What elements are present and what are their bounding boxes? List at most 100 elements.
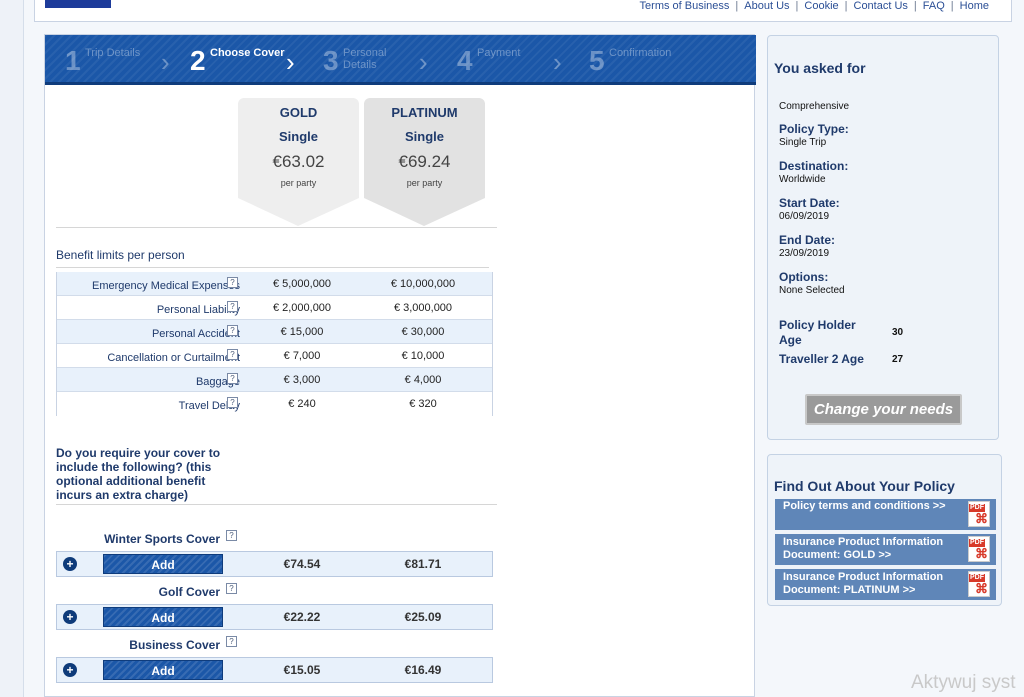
- gold-limit: € 5,000,000: [272, 278, 332, 290]
- help-icon[interactable]: ?: [227, 397, 238, 408]
- platinum-option-price: €16.49: [404, 663, 442, 677]
- platinum-option-price: €81.71: [404, 557, 442, 571]
- summary-field-options: Options: None Selected: [779, 270, 845, 296]
- left-rail: [0, 0, 24, 697]
- nav-contact-link[interactable]: Contact Us: [848, 0, 914, 12]
- step-label: Personal Details: [343, 47, 387, 71]
- benefit-name: Emergency Medical Expenses: [92, 280, 240, 292]
- help-icon[interactable]: ?: [227, 373, 238, 384]
- nav-about-link[interactable]: About Us: [738, 0, 795, 12]
- help-icon[interactable]: ?: [227, 301, 238, 312]
- summary-field-start-date: Start Date: 06/09/2019: [779, 196, 840, 222]
- summary-field-destination: Destination: Worldwide: [779, 159, 848, 185]
- platinum-limit: € 10,000: [401, 350, 445, 362]
- benefits-title: Benefit limits per person: [56, 248, 185, 262]
- optional-cover-question: Do you require your cover to include the…: [56, 446, 221, 502]
- option-row-golf: + Add €22.22 €25.09: [56, 604, 493, 630]
- nav-faq-link[interactable]: FAQ: [917, 0, 951, 12]
- chevron-right-icon: ›: [161, 47, 170, 77]
- add-winter-sports-button[interactable]: Add: [103, 554, 223, 574]
- platinum-limit: € 320: [409, 398, 437, 410]
- expand-plus-icon[interactable]: +: [63, 610, 77, 624]
- option-row-winter-sports: + Add €74.54 €81.71: [56, 551, 493, 577]
- plan-name: GOLD: [279, 105, 318, 120]
- help-icon[interactable]: ?: [227, 277, 238, 288]
- step-label: Choose Cover: [210, 47, 285, 59]
- plan-price-unit: per party: [280, 178, 317, 188]
- step-label: Payment: [477, 47, 521, 59]
- help-icon[interactable]: ?: [226, 636, 237, 647]
- nav-cookie-link[interactable]: Cookie: [798, 0, 844, 12]
- summary-field-policy-type: Policy Type: Single Trip: [779, 122, 849, 148]
- option-name: Business Cover: [129, 638, 220, 652]
- field-value: Single Trip: [779, 137, 827, 148]
- doc-link-ipid-platinum[interactable]: Insurance Product Information Document: …: [775, 569, 996, 600]
- gold-limit: € 2,000,000: [272, 302, 332, 314]
- step-label: Confirmation: [609, 47, 672, 59]
- option-row-business: + Add €15.05 €16.49: [56, 657, 493, 683]
- field-label: End Date:: [779, 233, 836, 247]
- site-logo: [45, 0, 111, 8]
- table-row: Cancellation or Curtailment ? € 7,000 € …: [57, 344, 492, 368]
- table-row: Personal Accident ? € 15,000 € 30,000: [57, 320, 492, 344]
- plan-platinum-card[interactable]: PLATINUM Single €69.24 per party: [364, 98, 485, 226]
- table-row: Personal Liability ? € 2,000,000 € 3,000…: [57, 296, 492, 320]
- gold-option-price: €22.22: [283, 610, 321, 624]
- main-panel: 1 Trip Details › 2 Choose Cover › 3 Pers…: [44, 34, 756, 697]
- gold-option-price: €74.54: [283, 557, 321, 571]
- platinum-option-price: €25.09: [404, 610, 442, 624]
- add-golf-button[interactable]: Add: [103, 607, 223, 627]
- step-number: 3: [323, 45, 339, 76]
- step-number: 4: [457, 45, 473, 76]
- divider: [56, 504, 497, 505]
- documents-heading: Find Out About Your Policy: [774, 478, 955, 494]
- field-label: Destination:: [779, 159, 849, 173]
- platinum-limit: € 4,000: [404, 374, 442, 386]
- gold-limit: € 15,000: [280, 326, 324, 338]
- summary-field-end-date: End Date: 23/09/2019: [779, 233, 835, 259]
- platinum-limit: € 3,000,000: [393, 302, 453, 314]
- top-nav: Terms of Business | About Us | Cookie | Contac…: [634, 0, 995, 12]
- field-label: Options:: [779, 270, 829, 284]
- benefit-name: Cancellation or Curtailment: [107, 352, 240, 364]
- nav-terms-link[interactable]: Terms of Business: [634, 0, 736, 12]
- benefits-table: Emergency Medical Expenses ? € 5,000,000…: [56, 272, 493, 416]
- plan-type: Single: [404, 129, 444, 144]
- option-name: Winter Sports Cover: [104, 532, 220, 546]
- help-icon[interactable]: ?: [226, 583, 237, 594]
- field-value: None Selected: [779, 285, 845, 296]
- doc-link-label: Insurance Product Information Document: …: [783, 571, 944, 596]
- doc-link-label: Policy terms and conditions >>: [783, 500, 946, 512]
- help-icon[interactable]: ?: [226, 530, 237, 541]
- option-name: Golf Cover: [158, 585, 220, 599]
- chevron-right-icon: ›: [419, 47, 428, 77]
- field-value: 06/09/2019: [779, 211, 830, 222]
- divider: [56, 267, 489, 268]
- field-value: Worldwide: [779, 174, 826, 185]
- field-value: 23/09/2019: [779, 248, 830, 259]
- plan-gold-card[interactable]: GOLD Single €63.02 per party: [238, 98, 359, 226]
- summary-panel: You asked for Comprehensive Policy Type:…: [767, 35, 999, 440]
- plan-price: €63.02: [272, 152, 325, 171]
- gold-limit: € 240: [288, 398, 316, 410]
- traveller-2-age-label: Traveller 2 Age: [779, 352, 864, 366]
- add-business-button[interactable]: Add: [103, 660, 223, 680]
- nav-home-link[interactable]: Home: [954, 0, 995, 12]
- doc-link-label: Insurance Product Information Document: …: [783, 536, 944, 561]
- step-number: 1: [65, 45, 81, 76]
- traveller-2-age-value: 27: [892, 354, 904, 365]
- change-needs-button[interactable]: Change your needs: [805, 394, 962, 425]
- expand-plus-icon[interactable]: +: [63, 557, 77, 571]
- help-icon[interactable]: ?: [227, 349, 238, 360]
- step-number: 2: [190, 45, 206, 76]
- expand-plus-icon[interactable]: +: [63, 663, 77, 677]
- progress-steps: 1 Trip Details › 2 Choose Cover › 3 Pers…: [45, 35, 756, 85]
- cover-level: Comprehensive: [779, 101, 850, 112]
- pdf-icon: PDF ⌘: [968, 501, 990, 527]
- doc-link-ipid-gold[interactable]: Insurance Product Information Document: …: [775, 534, 996, 565]
- table-row: Emergency Medical Expenses ? € 5,000,000…: [57, 272, 492, 296]
- policy-documents-panel: Find Out About Your Policy Policy terms …: [767, 454, 1002, 606]
- doc-link-terms[interactable]: Policy terms and conditions >> PDF ⌘: [775, 499, 996, 530]
- help-icon[interactable]: ?: [227, 325, 238, 336]
- platinum-limit: € 10,000,000: [390, 278, 456, 290]
